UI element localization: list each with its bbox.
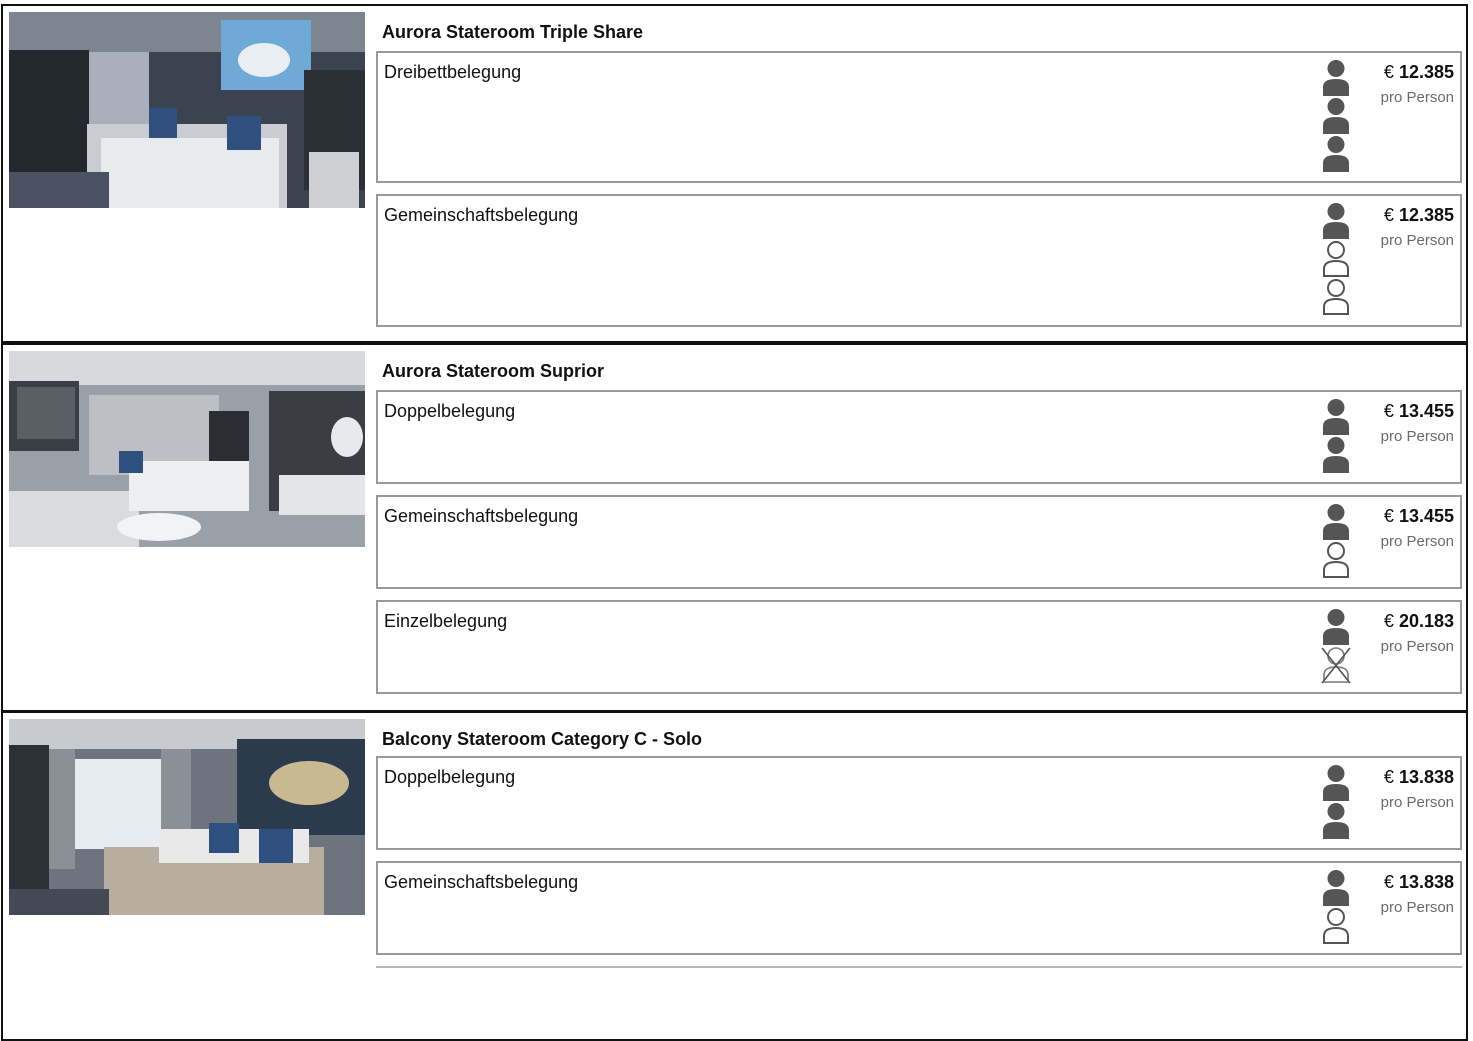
price-note: pro Person (1380, 89, 1454, 106)
occupancy-label: Einzelbelegung (384, 611, 508, 631)
person-outline-icon (1323, 279, 1349, 315)
person-crossed-icon (1321, 647, 1351, 684)
occupancy-icons (1318, 869, 1354, 945)
price-box: € 12.385 pro Person (1381, 62, 1454, 106)
price-box: € 12.385 pro Person (1381, 205, 1454, 249)
person-filled-icon (1323, 870, 1349, 906)
price-note: pro Person (1380, 899, 1454, 916)
occupancy-option[interactable]: Doppelbelegung € 13.838 pro Person (376, 756, 1462, 850)
person-filled-icon (1323, 60, 1349, 96)
price-box: € 13.455 pro Person (1381, 506, 1454, 550)
cabin-card: Aurora Stateroom Triple Share Dreibettbe… (1, 4, 1468, 343)
cabin-photo-aurora-superior (9, 351, 365, 547)
occupancy-option[interactable]: Dreibettbelegung € 12.385 pro Person (376, 51, 1462, 183)
occupancy-option[interactable]: Doppelbelegung € 13.455 pro Person (376, 390, 1462, 484)
price-note: pro Person (1380, 232, 1454, 249)
price: € 13.455 (1383, 506, 1454, 526)
price-box: € 20.183 pro Person (1381, 611, 1454, 655)
price-note: pro Person (1380, 428, 1454, 445)
occupancy-icons (1318, 59, 1354, 173)
occupancy-icons (1318, 398, 1354, 474)
person-filled-icon (1323, 136, 1349, 172)
person-filled-icon (1323, 437, 1349, 473)
occupancy-icons (1318, 503, 1354, 579)
occupancy-option[interactable]: Gemeinschaftsbelegung € 12.385 pro Perso… (376, 194, 1462, 327)
occupancy-label: Doppelbelegung (384, 401, 516, 421)
occupancy-label: Gemeinschaftsbelegung (384, 506, 579, 526)
price-note: pro Person (1380, 794, 1454, 811)
cabin-photo-aurora-triple (9, 12, 365, 208)
price-note: pro Person (1380, 533, 1454, 550)
occupancy-icons (1318, 202, 1354, 316)
price-box: € 13.838 pro Person (1381, 767, 1454, 811)
occupancy-option[interactable]: Einzelbelegung € 20.183 pro Person (376, 600, 1462, 694)
occupancy-label: Gemeinschaftsbelegung (384, 872, 579, 892)
cabin-list: Aurora Stateroom Triple Share Dreibettbe… (0, 0, 1473, 1041)
person-outline-icon (1323, 241, 1349, 277)
person-filled-icon (1323, 203, 1349, 239)
person-filled-icon (1323, 803, 1349, 839)
price: € 13.838 (1383, 767, 1454, 787)
person-filled-icon (1323, 765, 1349, 801)
person-filled-icon (1323, 98, 1349, 134)
price-box: € 13.838 pro Person (1381, 872, 1454, 916)
price: € 12.385 (1383, 62, 1454, 82)
person-filled-icon (1323, 399, 1349, 435)
cabin-card: Aurora Stateroom Suprior Doppelbelegung … (1, 343, 1468, 712)
occupancy-icons (1318, 764, 1354, 840)
price: € 12.385 (1383, 205, 1454, 225)
person-outline-icon (1323, 542, 1349, 578)
divider (376, 966, 1462, 968)
price: € 13.455 (1383, 401, 1454, 421)
price: € 13.838 (1383, 872, 1454, 892)
price-box: € 13.455 pro Person (1381, 401, 1454, 445)
price-note: pro Person (1380, 638, 1454, 655)
occupancy-label: Gemeinschaftsbelegung (384, 205, 579, 225)
person-outline-icon (1323, 908, 1349, 944)
person-filled-icon (1323, 609, 1349, 645)
occupancy-label: Doppelbelegung (384, 767, 516, 787)
occupancy-label: Dreibettbelegung (384, 62, 522, 82)
cabin-card: Balcony Stateroom Category C - Solo Dopp… (1, 711, 1468, 1041)
occupancy-icons (1318, 608, 1354, 684)
occupancy-option[interactable]: Gemeinschaftsbelegung € 13.838 pro Perso… (376, 861, 1462, 955)
person-filled-icon (1323, 504, 1349, 540)
cabin-title: Aurora Stateroom Suprior (382, 361, 605, 381)
cabin-photo-balcony-c (9, 719, 365, 915)
occupancy-option[interactable]: Gemeinschaftsbelegung € 13.455 pro Perso… (376, 495, 1462, 589)
price: € 20.183 (1383, 611, 1454, 631)
cabin-title: Balcony Stateroom Category C - Solo (382, 729, 703, 749)
cabin-title: Aurora Stateroom Triple Share (382, 22, 644, 42)
